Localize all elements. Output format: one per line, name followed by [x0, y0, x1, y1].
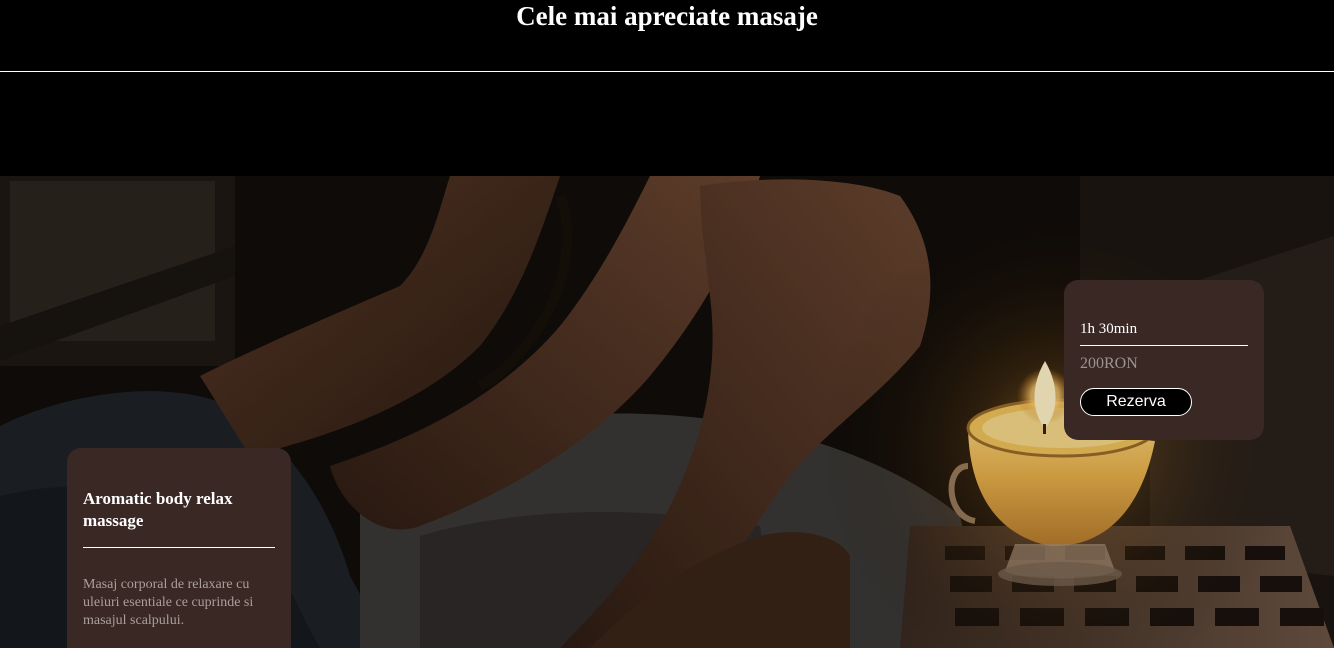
massage-price: 200RON — [1080, 355, 1138, 372]
title-divider — [0, 71, 1334, 72]
book-button[interactable]: Rezerva — [1080, 388, 1192, 416]
page: Cele mai apreciate masaje Aromatic body … — [0, 0, 1334, 648]
duration-divider — [1080, 345, 1248, 346]
booking-card: 1h 30min 200RON Rezerva — [1064, 280, 1264, 440]
massage-title-divider — [83, 547, 275, 548]
section-title: Cele mai apreciate masaje — [516, 1, 818, 31]
massage-duration: 1h 30min — [1080, 321, 1138, 337]
massage-info-card: Aromatic body relax massage Masaj corpor… — [67, 448, 291, 648]
massage-description: Masaj corporal de relaxare cu uleiuri es… — [83, 577, 254, 628]
massage-title: Aromatic body relax massage — [83, 489, 233, 530]
